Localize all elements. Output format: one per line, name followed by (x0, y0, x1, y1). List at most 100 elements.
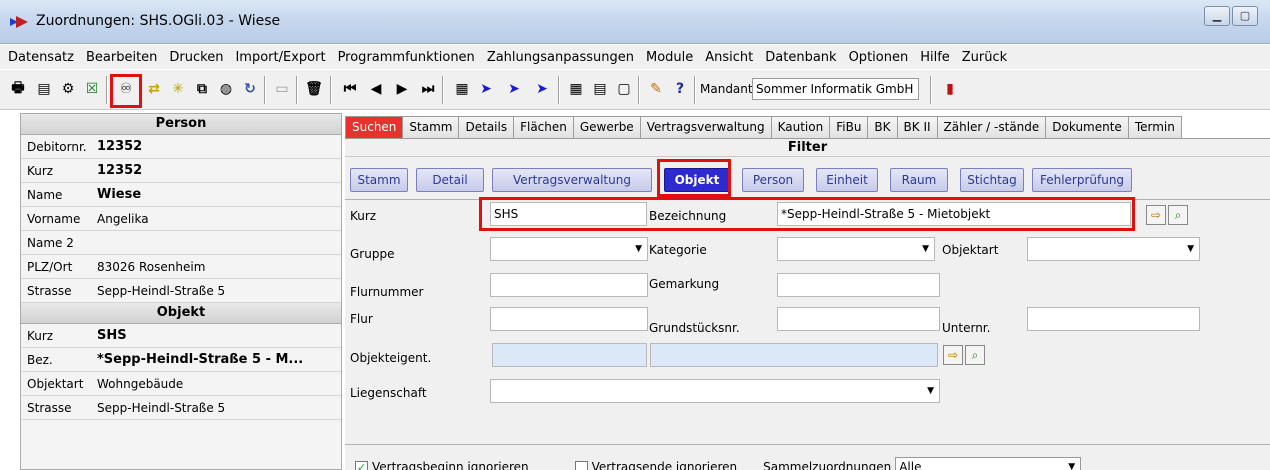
monitor-icon[interactable]: ▢ (614, 79, 634, 99)
vertragsbeginn-checkbox[interactable]: ✓ (355, 460, 368, 470)
menu-programmfunktionen[interactable]: Programmfunktionen (338, 50, 475, 65)
objekt-row: Strasse Sepp-Heindl-Straße 5 (21, 396, 341, 420)
title-bar: Zuordnungen: SHS.OGli.03 - Wiese ▁ ▢ (0, 0, 1270, 44)
save-icon[interactable]: ▭ (272, 79, 292, 99)
previous-record-icon[interactable]: ◀ (366, 79, 386, 99)
arrow-right-icon[interactable]: ⇨ (943, 345, 963, 365)
print-icon[interactable]: 🖶 (8, 79, 28, 99)
filter-tab-person[interactable]: Person (742, 168, 804, 192)
first-record-icon[interactable]: ⏮ (340, 79, 360, 99)
delete-icon[interactable]: 🗑 (304, 79, 324, 99)
filter-tab-stichtag[interactable]: Stichtag (960, 168, 1024, 192)
network-icon[interactable]: ⚙ (58, 79, 78, 99)
tab-fibu[interactable]: FiBu (829, 116, 869, 138)
menu-datensatz[interactable]: Datensatz (8, 50, 74, 65)
objektart-select[interactable] (1027, 237, 1200, 261)
lookup-icon[interactable]: ⌕ (1168, 205, 1188, 225)
sl-arrow-1-icon[interactable]: ➤ (476, 79, 496, 99)
highlight-binoculars (110, 74, 142, 108)
vertragsende-label: Vertragsende ignorieren (591, 460, 738, 470)
menu-module[interactable]: Module (646, 50, 693, 65)
filter-tab-detail[interactable]: Detail (416, 168, 484, 192)
arrow-right-icon[interactable]: ⇨ (1146, 205, 1166, 225)
flur-field[interactable] (490, 307, 648, 331)
maximize-button[interactable]: ▢ (1232, 6, 1258, 26)
globe-icon[interactable]: ◍ (216, 79, 236, 99)
tab-kaution[interactable]: Kaution (770, 116, 831, 138)
mandant-field[interactable]: Sommer Informatik GmbH (752, 78, 919, 100)
next-record-icon[interactable]: ▶ (392, 79, 412, 99)
tab-bk[interactable]: BK (867, 116, 898, 138)
highlight-objekt-tab (657, 159, 731, 197)
last-record-icon[interactable]: ⏭ (418, 79, 438, 99)
menu-datenbank[interactable]: Datenbank (765, 50, 836, 65)
row-label: Kurz (27, 163, 54, 178)
sl-arrow-2-icon[interactable]: ➤ (504, 79, 524, 99)
menu-ansicht[interactable]: Ansicht (705, 50, 753, 65)
calendar-icon[interactable]: ▦ (452, 79, 472, 99)
tab-suchen[interactable]: Suchen (345, 116, 404, 138)
label-flur: Flur (350, 312, 373, 326)
menu-import-export[interactable]: Import/Export (235, 50, 325, 65)
minimize-button[interactable]: ▁ (1204, 6, 1230, 26)
sammel-label: Sammelzuordnungen (763, 460, 892, 470)
menu-optionen[interactable]: Optionen (849, 50, 909, 65)
kategorie-select[interactable] (777, 237, 935, 261)
row-label: Objektart (27, 376, 84, 391)
main-tabs: Suchen Stamm Details Flächen Gewerbe Ver… (345, 116, 1270, 138)
menu-drucken[interactable]: Drucken (169, 50, 223, 65)
sammel-select[interactable]: Alle ▼ (895, 457, 1082, 470)
options-row: ✓ Vertragsbeginn ignorieren Vertragsende… (355, 457, 1082, 470)
pencil-icon[interactable]: ✎ (646, 79, 666, 99)
tab-gewerbe[interactable]: Gewerbe (572, 116, 641, 138)
objekteigent-name-field[interactable] (650, 343, 938, 367)
tab-zaehler[interactable]: Zähler / -stände (936, 116, 1047, 138)
tab-termin[interactable]: Termin (1127, 116, 1182, 138)
objekteigent-id-field[interactable] (492, 343, 647, 367)
excel-icon[interactable]: ☒ (82, 79, 102, 99)
filter-tab-fehlerpruefung[interactable]: Fehlerprüfung (1032, 168, 1132, 192)
filter-tab-vertragsverwaltung[interactable]: Vertragsverwaltung (492, 168, 652, 192)
person-row: Kurz 12352 (21, 159, 341, 183)
sl-arrow-3-icon[interactable]: ➤ (532, 79, 552, 99)
row-label: Vorname (27, 211, 81, 226)
tab-vertragsverwaltung[interactable]: Vertragsverwaltung (639, 116, 772, 138)
row-value: 12352 (97, 139, 143, 154)
document-icon[interactable]: ▤ (34, 79, 54, 99)
sparkle-icon[interactable]: ✳ (168, 79, 188, 99)
menu-zahlungsanpassungen[interactable]: Zahlungsanpassungen (487, 50, 634, 65)
filter-tab-stamm[interactable]: Stamm (350, 168, 408, 192)
tab-details[interactable]: Details (458, 116, 515, 138)
page-icon[interactable]: ▤ (590, 79, 610, 99)
copy-icon[interactable]: ⧉ (192, 79, 212, 99)
window-title: Zuordnungen: SHS.OGli.03 - Wiese (36, 13, 281, 29)
gemarkung-field[interactable] (777, 273, 940, 297)
tab-flaechen[interactable]: Flächen (513, 116, 574, 138)
menu-hilfe[interactable]: Hilfe (920, 50, 950, 65)
row-label: Debitornr. (27, 139, 87, 154)
refresh-icon[interactable]: ↻ (240, 79, 260, 99)
menu-zurueck[interactable]: Zurück (962, 50, 1007, 65)
grundstuecksnr-field[interactable] (777, 307, 940, 331)
grid-icon[interactable]: ▦ (566, 79, 586, 99)
help-icon[interactable]: ? (670, 79, 690, 99)
menu-bearbeiten[interactable]: Bearbeiten (86, 50, 157, 65)
label-kurz: Kurz (350, 209, 377, 223)
row-value: Angelika (97, 211, 149, 226)
filter-tab-raum[interactable]: Raum (890, 168, 948, 192)
person-header: Person (21, 114, 341, 135)
exit-icon[interactable]: ▮ (940, 79, 960, 99)
filter-tab-einheit[interactable]: Einheit (816, 168, 878, 192)
tab-stamm[interactable]: Stamm (402, 116, 460, 138)
label-unternr: Unternr. (942, 321, 991, 335)
gruppe-select[interactable] (490, 237, 648, 261)
folder-arrow-icon[interactable]: ⇄ (144, 79, 164, 99)
tab-bk-ii[interactable]: BK II (896, 116, 938, 138)
liegenschaft-select[interactable] (490, 379, 940, 403)
tab-dokumente[interactable]: Dokumente (1045, 116, 1129, 138)
mandant-label: Mandant (700, 82, 753, 96)
lookup-icon[interactable]: ⌕ (965, 345, 985, 365)
flurnummer-field[interactable] (490, 273, 648, 297)
vertragsende-checkbox[interactable] (574, 460, 588, 470)
unternr-field[interactable] (1027, 307, 1200, 331)
